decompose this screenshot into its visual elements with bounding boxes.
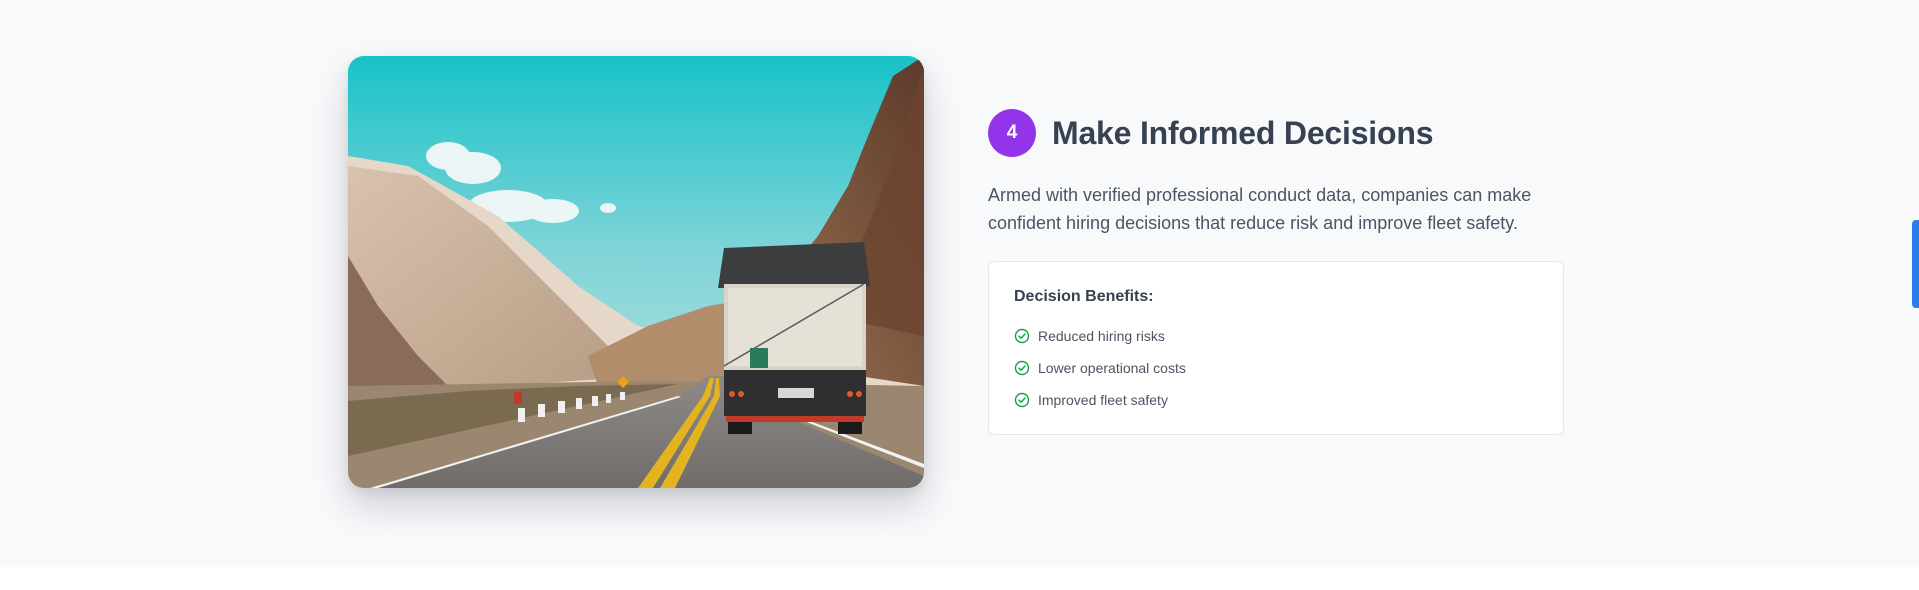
benefit-item: Lower operational costs bbox=[1014, 352, 1539, 384]
check-circle-icon bbox=[1014, 328, 1030, 344]
step-number-badge: 4 bbox=[988, 109, 1036, 157]
step-description: Armed with verified professional conduct… bbox=[988, 185, 1532, 233]
benefit-label: Lower operational costs bbox=[1038, 360, 1186, 376]
step-title: Make Informed Decisions bbox=[1052, 114, 1434, 151]
truck-photo bbox=[348, 56, 924, 488]
benefit-label: Improved fleet safety bbox=[1038, 392, 1168, 408]
benefit-item: Improved fleet safety bbox=[1014, 384, 1539, 416]
next-section-edge bbox=[0, 567, 1919, 590]
step-header: 4 Make Informed Decisions bbox=[988, 109, 1433, 157]
check-circle-icon bbox=[1014, 360, 1030, 376]
benefits-title: Decision Benefits: bbox=[1014, 288, 1154, 305]
truck-shape bbox=[718, 242, 870, 434]
benefit-label: Reduced hiring risks bbox=[1038, 328, 1165, 344]
scroll-indicator[interactable] bbox=[1912, 220, 1919, 308]
benefits-card: Decision Benefits: Reduced hiring risks … bbox=[988, 261, 1564, 435]
process-step-section: 4 Make Informed Decisions Armed with ver… bbox=[0, 0, 1919, 567]
benefit-item: Reduced hiring risks bbox=[1014, 320, 1539, 352]
truck-illustration bbox=[348, 56, 924, 488]
check-circle-icon bbox=[1014, 392, 1030, 408]
